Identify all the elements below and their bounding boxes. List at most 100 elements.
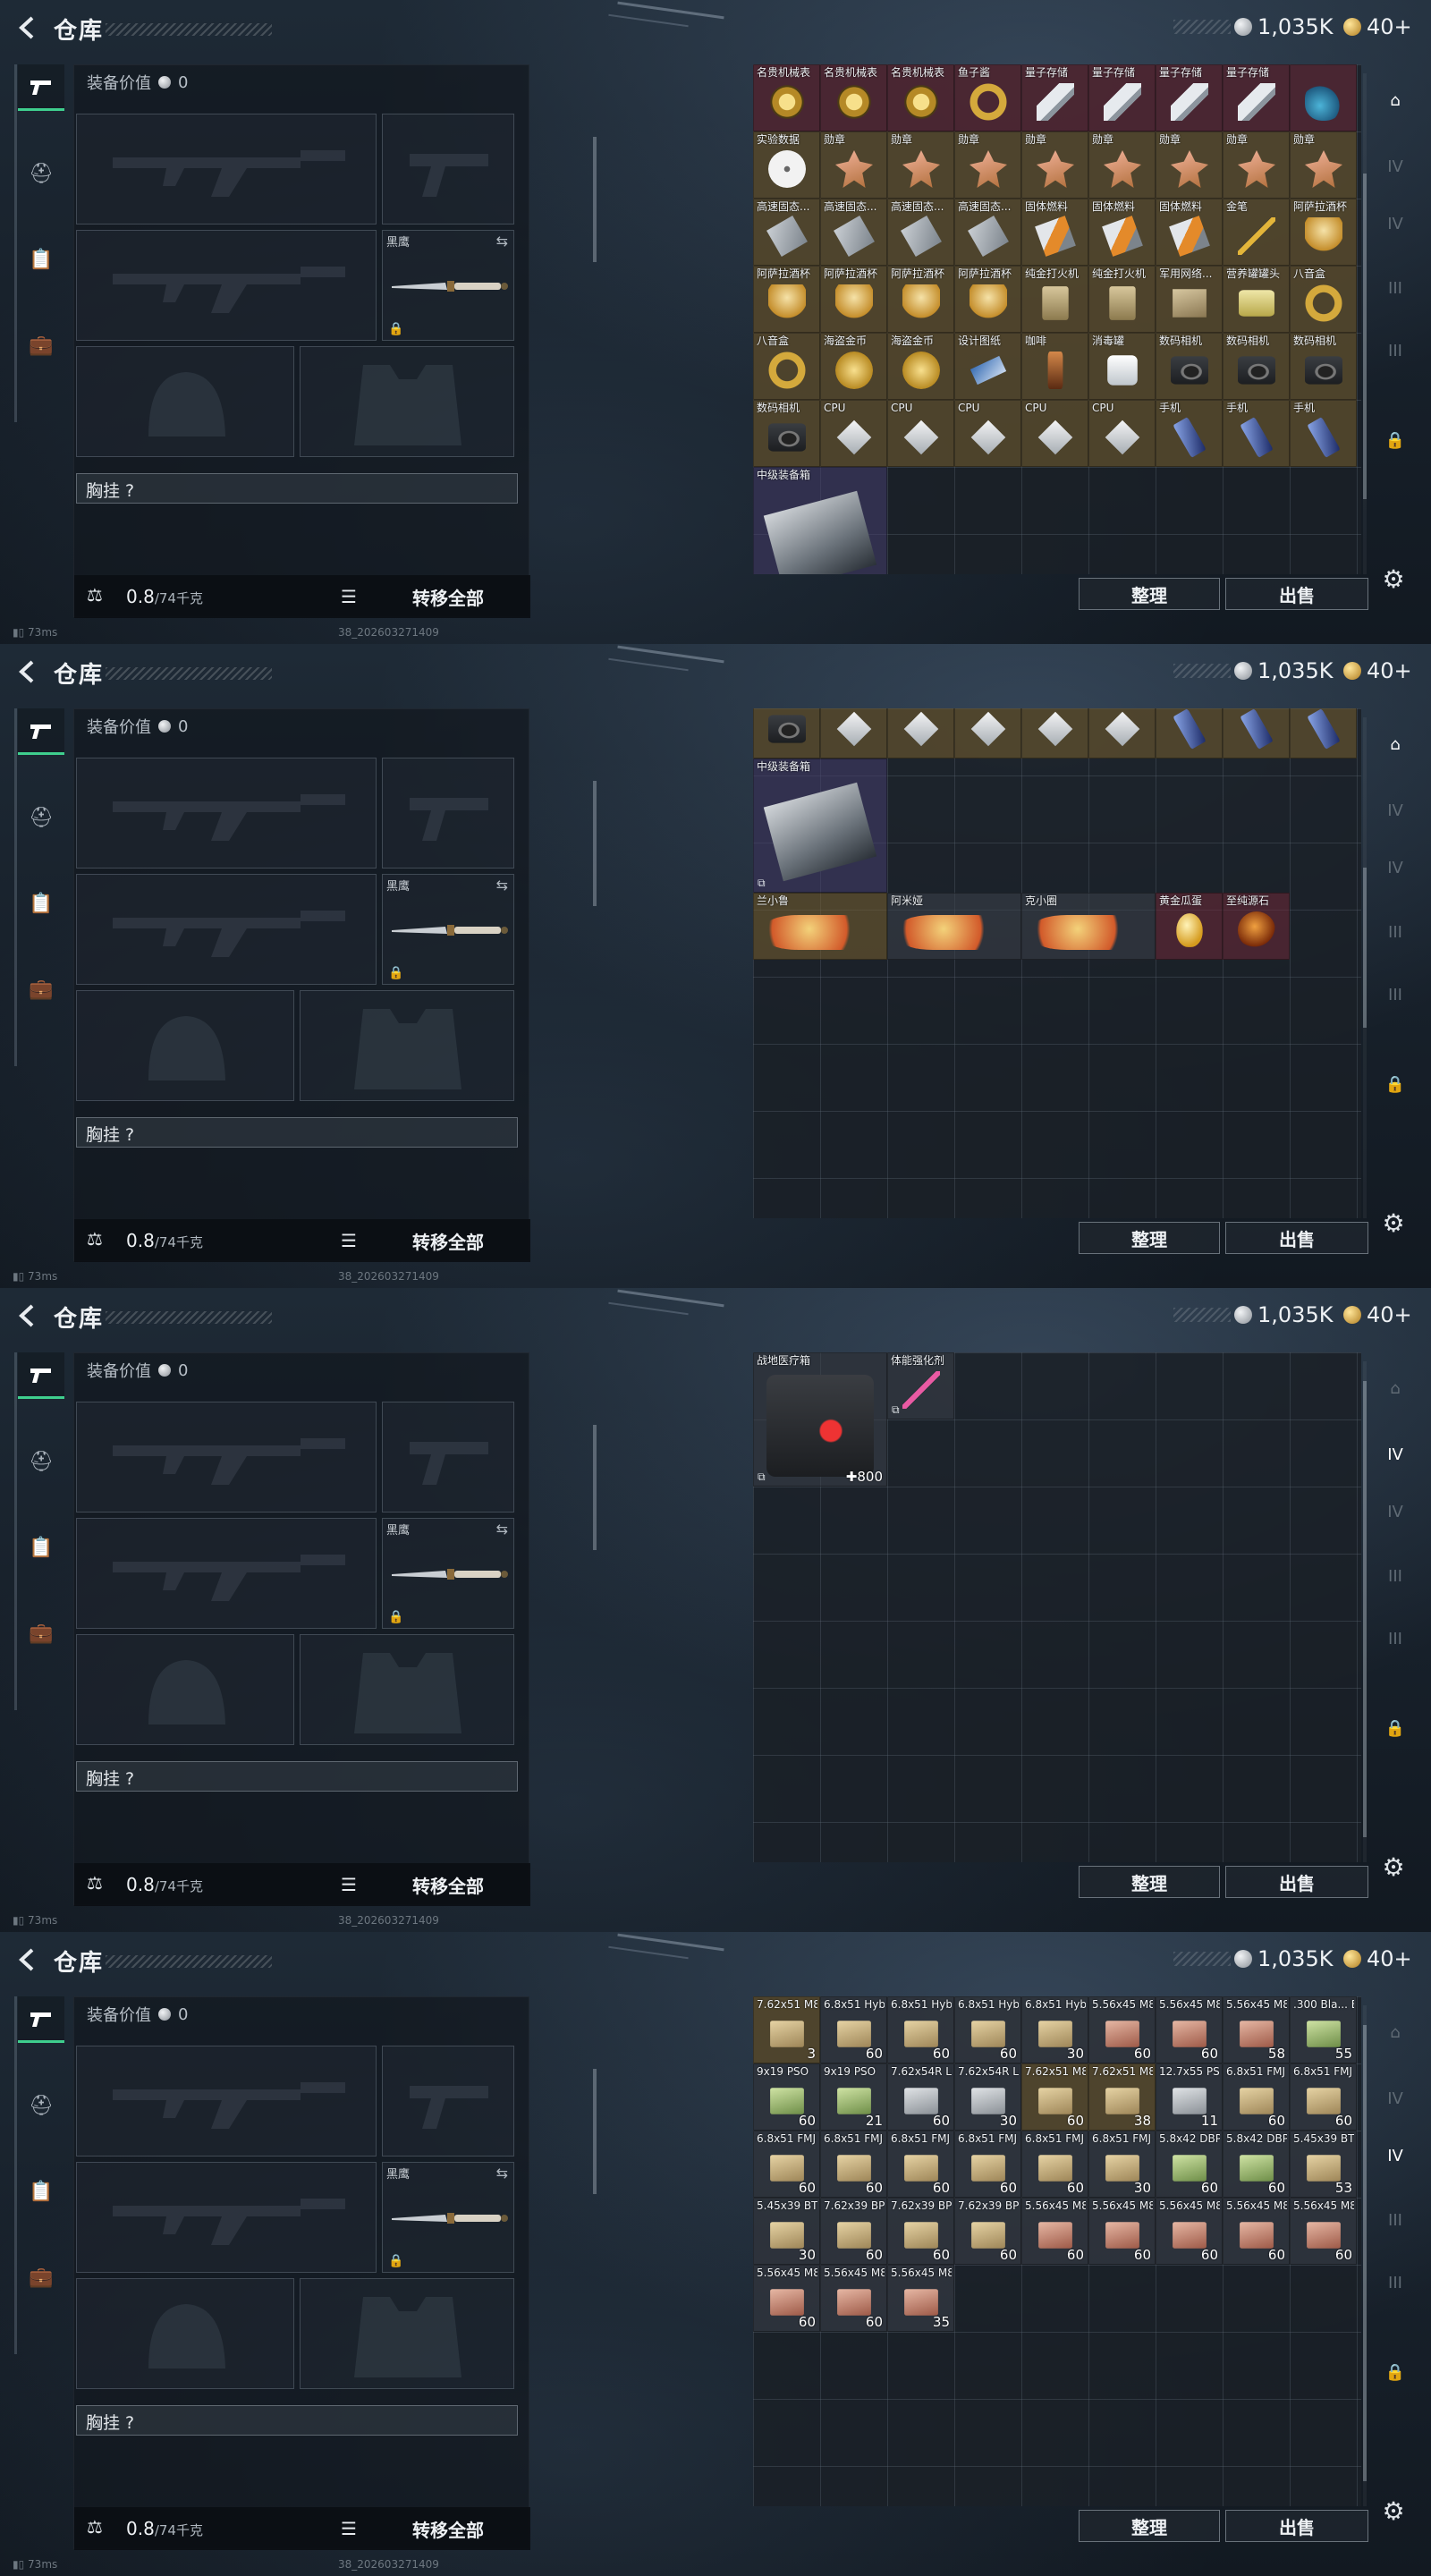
inventory-item[interactable]: 7.62x54R LPS 30: [954, 2063, 1021, 2131]
sort-button[interactable]: 整理: [1079, 578, 1220, 610]
tab-armor[interactable]: ⛑: [18, 1438, 64, 1485]
secondary-weapon-slot[interactable]: [76, 874, 377, 985]
helmet-slot[interactable]: [76, 2278, 294, 2389]
inventory-item[interactable]: 阿米娅: [887, 893, 1021, 961]
sell-button[interactable]: 出售: [1225, 2510, 1368, 2542]
back-arrow-icon[interactable]: [13, 13, 43, 43]
inventory-item[interactable]: 量子存储: [1088, 64, 1156, 131]
inventory-item[interactable]: 至纯源石: [1223, 893, 1290, 961]
body-armor-slot[interactable]: [300, 990, 514, 1101]
inventory-item[interactable]: 数码相机: [1290, 333, 1357, 400]
inventory-item[interactable]: 阿萨拉酒杯: [1290, 199, 1357, 266]
helmet-slot[interactable]: [76, 346, 294, 457]
inventory-item[interactable]: 12.7x55 PS12 11: [1156, 2063, 1223, 2131]
sort-button[interactable]: 整理: [1079, 2510, 1220, 2542]
primary-weapon-slot[interactable]: [76, 1402, 377, 1513]
inventory-item[interactable]: 5.56x45 M855A1 60: [1290, 2198, 1357, 2265]
melee-slot[interactable]: 黑鹰 ⇆ 🔒: [382, 2162, 514, 2273]
inventory-item[interactable]: 设计图纸: [954, 333, 1021, 400]
sell-button[interactable]: 出售: [1225, 1866, 1368, 1898]
body-armor-slot[interactable]: [300, 2278, 514, 2389]
inventory-item[interactable]: 纯金打火机: [1088, 266, 1156, 333]
nav-tier-iv-icon[interactable]: IV: [1376, 204, 1415, 243]
melee-slot[interactable]: 黑鹰 ⇆ 🔒: [382, 874, 514, 985]
sidearm-slot[interactable]: [382, 1402, 514, 1513]
inventory-item[interactable]: 5.56x45 M855A1 60: [753, 2265, 820, 2332]
tab-backpack[interactable]: 💼: [18, 1610, 64, 1657]
inventory-item[interactable]: 海盗金币: [820, 333, 887, 400]
inventory-item[interactable]: 阿萨拉酒杯: [954, 266, 1021, 333]
inventory-item[interactable]: 6.8x51 FMJ 60: [1290, 2063, 1357, 2131]
nav-tier-iii-icon[interactable]: III: [1376, 331, 1415, 370]
inventory-item[interactable]: 手机: [1223, 708, 1290, 759]
inventory-item[interactable]: 名贵机械表: [820, 64, 887, 131]
inventory-item[interactable]: CPU: [954, 400, 1021, 467]
inventory-item[interactable]: 八音盒: [753, 333, 820, 400]
gold-currency[interactable]: 40+: [1343, 1302, 1412, 1327]
back-arrow-icon[interactable]: [13, 1301, 43, 1331]
body-armor-slot[interactable]: [300, 1634, 514, 1745]
sell-button[interactable]: 出售: [1225, 1222, 1368, 1254]
inventory-item[interactable]: 7.62x51 M80 60: [1021, 2063, 1088, 2131]
inventory-item[interactable]: 5.56x45 M855A1 60: [1088, 2198, 1156, 2265]
chest-rig-bar[interactable]: 胸挂 ?: [76, 2405, 518, 2436]
tab-weapons[interactable]: [18, 64, 64, 111]
tab-weapons[interactable]: [18, 1352, 64, 1399]
inventory-item[interactable]: 阿萨拉酒杯: [887, 266, 954, 333]
sell-button[interactable]: 出售: [1225, 578, 1368, 610]
storage-grid[interactable]: 战地医疗箱 ✚800 ⧉ 体能强化剂 ⧉: [753, 1352, 1361, 1862]
inventory-item[interactable]: 中级装备箱⧉: [753, 467, 887, 574]
inventory-item[interactable]: 7.62x54R LPS 60: [887, 2063, 954, 2131]
inventory-item[interactable]: 5.56x45 M855A1 60: [1021, 2198, 1088, 2265]
tab-weapons[interactable]: [18, 1996, 64, 2043]
inventory-item[interactable]: 固体燃料: [1156, 199, 1223, 266]
inventory-item[interactable]: 5.8x42 DBP10 60: [1223, 2131, 1290, 2198]
primary-weapon-slot[interactable]: [76, 758, 377, 869]
inventory-item[interactable]: 7.62x39 BP 60: [887, 2198, 954, 2265]
nav-tier-iv-icon[interactable]: IV: [1376, 147, 1415, 186]
inventory-item[interactable]: 数码相机: [753, 708, 820, 759]
nav-tier-iv-icon[interactable]: IV: [1376, 2079, 1415, 2118]
inventory-item[interactable]: 6.8x51 FMJ 60: [753, 2131, 820, 2198]
inventory-item[interactable]: 7.62x39 BP 60: [820, 2198, 887, 2265]
nav-tier-iii-icon[interactable]: III: [1376, 912, 1415, 952]
inventory-item[interactable]: CPU: [887, 400, 954, 467]
sidearm-slot[interactable]: [382, 758, 514, 869]
inventory-item[interactable]: CPU: [1088, 400, 1156, 467]
silver-currency[interactable]: 1,035K: [1234, 1946, 1333, 1971]
transfer-all-button[interactable]: 转移全部: [412, 2516, 484, 2542]
storage-grid[interactable]: 名贵机械表 名贵机械表 名贵机械表 鱼子酱 量子存储 量子存储 量子存储 量子存储 实验数据 勋章…: [753, 64, 1361, 574]
inventory-item[interactable]: 6.8x51 FMJ 60: [820, 2131, 887, 2198]
gold-currency[interactable]: 40+: [1343, 658, 1412, 683]
inventory-item[interactable]: 9x19 PSO 60: [753, 2063, 820, 2131]
nav-tier-iii-icon[interactable]: III: [1376, 2200, 1415, 2240]
inventory-item[interactable]: 量子存储: [1156, 64, 1223, 131]
nav-home-icon[interactable]: ⌂: [1376, 2012, 1415, 2052]
inventory-item[interactable]: 5.56x45 M855A1 60: [1223, 2198, 1290, 2265]
nav-home-icon[interactable]: ⌂: [1376, 1368, 1415, 1408]
nav-tier-iii-icon[interactable]: III: [1376, 2263, 1415, 2302]
inventory-item[interactable]: 咖啡: [1021, 333, 1088, 400]
nav-lock-icon[interactable]: 🔒: [1376, 1064, 1415, 1104]
helmet-slot[interactable]: [76, 1634, 294, 1745]
inventory-item[interactable]: 数码相机: [1223, 333, 1290, 400]
inventory-item[interactable]: 5.8x42 DBP10 60: [1156, 2131, 1223, 2198]
tab-backpack[interactable]: 💼: [18, 2254, 64, 2301]
inventory-item[interactable]: CPU: [820, 708, 887, 759]
inventory-item[interactable]: CPU: [1021, 400, 1088, 467]
inventory-item[interactable]: 勋章: [954, 131, 1021, 199]
inventory-item[interactable]: 军用网络...: [1156, 266, 1223, 333]
inventory-item[interactable]: 6.8x51 Hybrid 60: [954, 1996, 1021, 2063]
storage-grid[interactable]: 数码相机CPUCPUCPUCPUCPU手机手机手机中级装备箱⧉兰小鲁阿米娅克小圈…: [753, 708, 1361, 1218]
inventory-item[interactable]: 勋章: [1088, 131, 1156, 199]
chest-rig-bar[interactable]: 胸挂 ?: [76, 1117, 518, 1148]
inventory-item[interactable]: 手机: [1223, 400, 1290, 467]
list-icon[interactable]: ☰: [341, 1874, 357, 1895]
inventory-item[interactable]: 营养罐罐头: [1223, 266, 1290, 333]
inventory-item[interactable]: 手机: [1156, 400, 1223, 467]
inventory-item[interactable]: 6.8x51 FMJ 60: [887, 2131, 954, 2198]
tab-rig[interactable]: 📋: [18, 880, 64, 927]
storage-scroll-thumb[interactable]: [1363, 1381, 1367, 1837]
storage-scroll-thumb[interactable]: [1363, 2025, 1367, 2481]
transfer-all-button[interactable]: 转移全部: [412, 1872, 484, 1898]
